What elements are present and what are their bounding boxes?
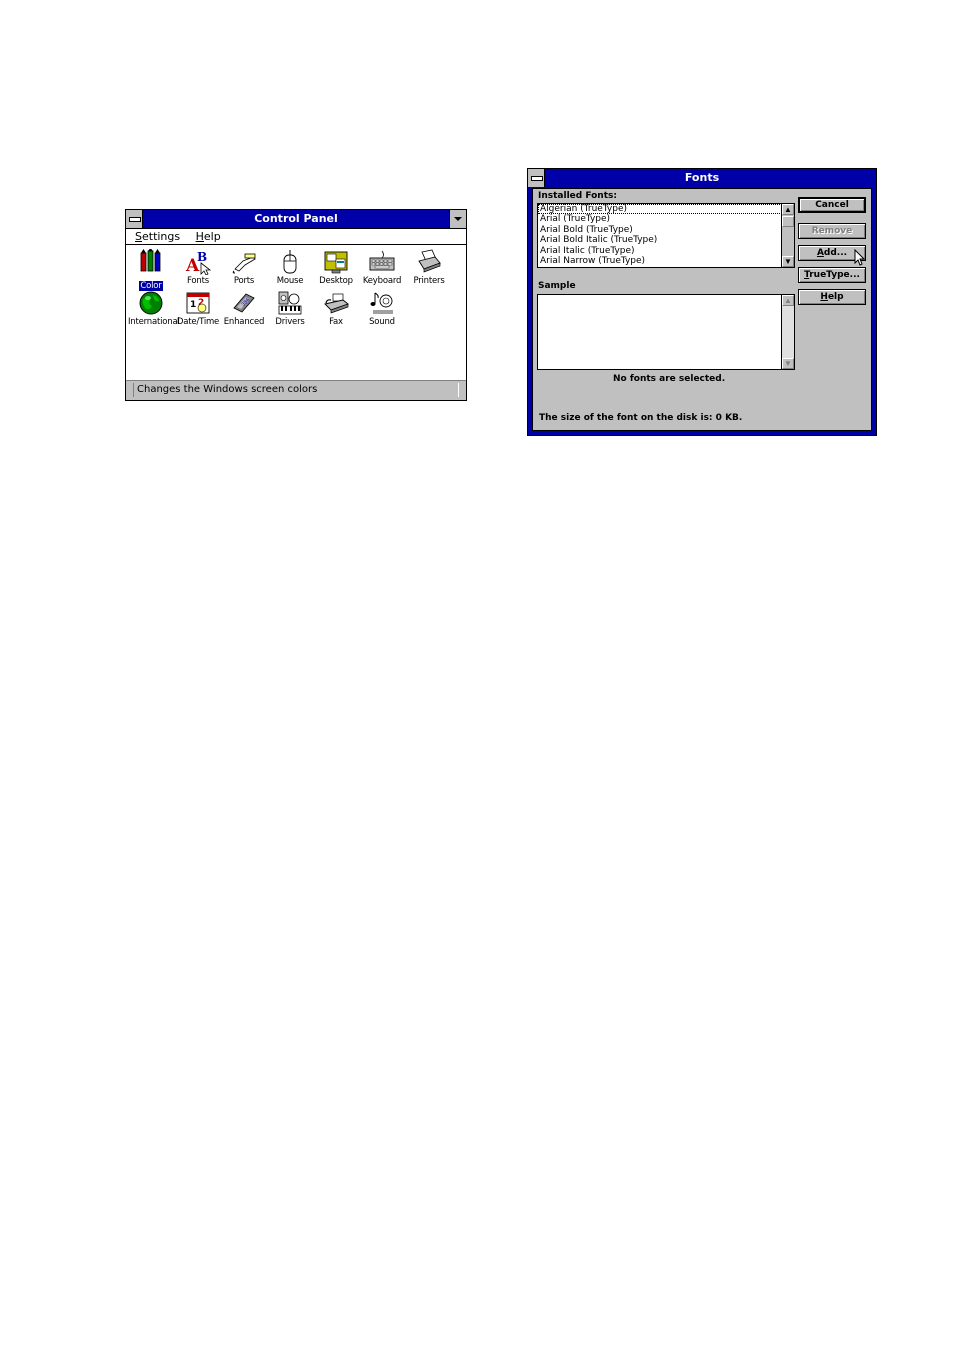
sound-applet[interactable]: Sound [359, 290, 405, 327]
fonts-dialog: Fonts Installed Fonts: Algerian (TrueTyp… [527, 168, 877, 436]
sound-label: Sound [369, 317, 395, 327]
fonts-icon: A B [185, 249, 212, 276]
svg-text:B: B [197, 250, 207, 264]
printers-icon [416, 249, 442, 275]
list-item[interactable]: Arial Italic (TrueType) [538, 246, 794, 256]
calendar-clock-icon: 1 2 [185, 290, 211, 316]
ports-icon [231, 249, 257, 275]
enhanced-applet[interactable]: 386 Enhanced [221, 290, 267, 327]
dialog-client: Installed Fonts: Algerian (TrueType) Ari… [532, 188, 872, 431]
installed-fonts-list[interactable]: Algerian (TrueType) Arial (TrueType) Ari… [537, 203, 795, 268]
international-label: International [128, 317, 180, 327]
list-scrollbar[interactable]: ▲ ▼ [781, 204, 794, 267]
printers-label: Printers [413, 276, 445, 286]
scroll-thumb[interactable] [782, 216, 794, 227]
cancel-button[interactable]: Cancel [798, 197, 866, 213]
mouse-icon [277, 249, 303, 275]
remove-button[interactable]: Remove [798, 223, 866, 239]
icon-area: Color A B Fonts Ports Mouse Desktop Keyb… [126, 245, 466, 382]
list-item[interactable]: Arial Bold (TrueType) [538, 225, 794, 235]
international-applet[interactable]: International [128, 290, 180, 327]
dialog-title: Fonts [684, 171, 720, 184]
truetype-button[interactable]: TrueType... [798, 267, 866, 283]
scroll-down-icon: ▼ [782, 358, 794, 369]
keyboard-label: Keyboard [362, 276, 402, 286]
help-button[interactable]: Help [798, 289, 866, 305]
ports-applet[interactable]: Ports [221, 249, 267, 286]
sample-label: Sample [538, 281, 576, 291]
desktop-icon [323, 249, 349, 275]
chip-icon: 386 [231, 290, 257, 316]
color-icon [138, 248, 164, 275]
font-size-text: The size of the font on the disk is: 0 K… [539, 413, 743, 423]
scroll-up-icon[interactable]: ▲ [782, 204, 794, 215]
drivers-applet[interactable]: Drivers [267, 290, 313, 327]
sample-box: ▲ ▼ [537, 294, 795, 370]
svg-text:1: 1 [190, 300, 196, 310]
fonts-applet[interactable]: A B Fonts [175, 249, 221, 286]
keyboard-applet[interactable]: Keyboard [359, 249, 405, 286]
minimize-arrow-icon [454, 217, 462, 221]
menu-bar: Settings Help [126, 229, 466, 245]
printers-applet[interactable]: Printers [406, 249, 452, 286]
scroll-up-icon: ▲ [782, 295, 794, 306]
fonts-label: Fonts [187, 276, 209, 286]
drivers-icon [277, 290, 303, 316]
color-applet[interactable]: Color [128, 248, 174, 293]
globe-icon [138, 290, 164, 316]
enhanced-label: Enhanced [223, 317, 265, 327]
mouse-pointer-icon [854, 249, 866, 266]
fax-applet[interactable]: Fax [313, 290, 359, 327]
minimize-button[interactable] [449, 210, 466, 228]
menu-help[interactable]: Help [196, 230, 221, 243]
status-bar: Changes the Windows screen colors [126, 380, 466, 400]
scroll-down-icon[interactable]: ▼ [782, 256, 794, 267]
keyboard-icon [369, 249, 395, 275]
datetime-applet[interactable]: 1 2 Date/Time [175, 290, 221, 327]
sound-icon [369, 290, 395, 316]
title-bar[interactable]: Control Panel [126, 210, 466, 229]
mouse-label: Mouse [276, 276, 304, 286]
control-panel-window: Control Panel Settings Help Color A B Fo… [125, 209, 467, 401]
list-item[interactable]: Arial (TrueType) [538, 214, 794, 224]
fax-label: Fax [329, 317, 343, 327]
sample-scrollbar: ▲ ▼ [781, 295, 794, 369]
title-bar[interactable]: Fonts [528, 169, 876, 187]
status-text: Changes the Windows screen colors [133, 383, 459, 397]
datetime-label: Date/Time [176, 317, 220, 327]
list-item[interactable]: Algerian (TrueType) [538, 204, 792, 215]
fax-icon [323, 290, 349, 316]
list-item[interactable]: Arial Narrow (TrueType) [538, 256, 794, 266]
drivers-label: Drivers [275, 317, 305, 327]
list-item[interactable]: Arial Bold Italic (TrueType) [538, 235, 794, 245]
desktop-applet[interactable]: Desktop [313, 249, 359, 286]
installed-fonts-label: Installed Fonts: [538, 191, 617, 201]
no-selection-text: No fonts are selected. [613, 374, 726, 384]
mouse-applet[interactable]: Mouse [267, 249, 313, 286]
window-title: Control Panel [254, 212, 338, 225]
ports-label: Ports [233, 276, 255, 286]
desktop-label: Desktop [319, 276, 353, 286]
menu-settings[interactable]: Settings [135, 230, 180, 243]
